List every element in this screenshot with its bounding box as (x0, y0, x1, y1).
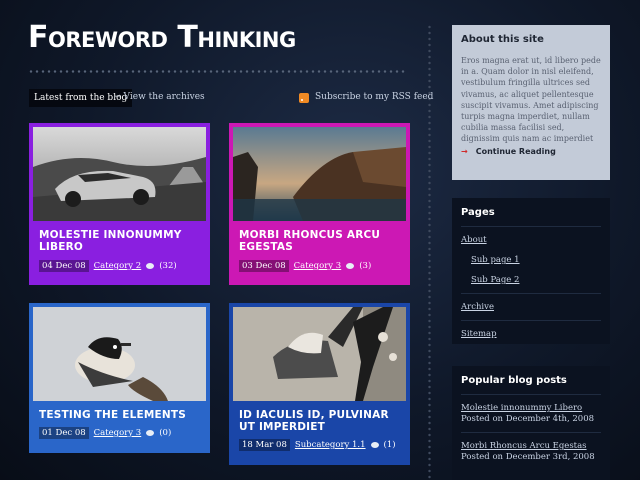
post-date: 03 Dec 08 (239, 260, 289, 272)
site-title[interactable]: Foreword Thinking (28, 20, 296, 55)
post-date: 01 Dec 08 (39, 427, 89, 439)
car-photo[interactable] (33, 127, 206, 221)
popular-post-date: Posted on December 4th, 2008 (461, 414, 595, 424)
comment-count[interactable]: (0) (159, 428, 171, 438)
comment-icon (146, 263, 155, 269)
page-link-about[interactable]: About (461, 235, 601, 245)
post-meta: 01 Dec 08 Category 3 (0) (39, 427, 171, 439)
divider (461, 293, 601, 294)
popular-post-date: Posted on December 3rd, 2008 (461, 452, 595, 462)
comment-count[interactable]: (1) (384, 440, 396, 450)
arrow-right-icon: → (114, 92, 122, 102)
post-card[interactable]: Testing the elements 01 Dec 08 Category … (29, 303, 210, 453)
divider (461, 320, 601, 321)
view-archives-text: View the archives (123, 92, 205, 102)
popular-post-link[interactable]: Morbi Rhoncus Arcu Egestas (461, 441, 601, 451)
fashion-photo[interactable] (233, 307, 406, 401)
page-link-sub-page-2[interactable]: Sub Page 2 (461, 275, 601, 285)
about-text: Eros magna erat ut, id libero pede in a.… (461, 56, 601, 144)
post-title[interactable]: Id iaculis id, pulvinar ut imperdiet (239, 409, 403, 433)
comment-count[interactable]: (3) (359, 261, 371, 271)
post-category-link[interactable]: Category 3 (94, 428, 142, 438)
post-meta: 18 Mar 08 Subcategory 1.1 (1) (239, 439, 396, 451)
post-date: 04 Dec 08 (39, 260, 89, 272)
bird-photo[interactable] (33, 307, 206, 401)
rss-link[interactable]: Subscribe to my RSS feed (315, 92, 433, 102)
comment-count[interactable]: (32) (159, 261, 176, 271)
about-panel: About this site Eros magna erat ut, id l… (452, 25, 610, 180)
post-category-link[interactable]: Category 3 (294, 261, 342, 271)
post-date: 18 Mar 08 (239, 439, 290, 451)
pages-title: Pages (461, 207, 495, 218)
comment-icon (346, 263, 355, 269)
post-category-link[interactable]: Subcategory 1.1 (295, 440, 366, 450)
about-title: About this site (461, 34, 544, 45)
view-archives-link[interactable]: → View the archives (114, 92, 205, 102)
post-category-link[interactable]: Category 2 (94, 261, 142, 271)
post-title[interactable]: Molestie innonummy libero (39, 229, 203, 253)
post-card[interactable]: Id iaculis id, pulvinar ut imperdiet 18 … (229, 303, 410, 465)
page-link-archive[interactable]: Archive (461, 302, 601, 312)
continue-reading-text: Continue Reading (475, 146, 556, 156)
post-card[interactable]: Molestie innonummy libero 04 Dec 08 Cate… (29, 123, 210, 285)
arrow-right-icon: → (461, 146, 468, 156)
post-meta: 03 Dec 08 Category 3 (3) (239, 260, 371, 272)
popular-title: Popular blog posts (461, 375, 567, 386)
popular-posts-panel: Popular blog posts Molestie innonummy Li… (452, 366, 610, 480)
continue-reading-link[interactable]: → Continue Reading (461, 147, 601, 156)
comment-icon (146, 430, 155, 436)
post-title[interactable]: Morbi rhoncus arcu egestas (239, 229, 403, 253)
divider (461, 394, 601, 395)
divider (461, 226, 601, 227)
divider (461, 432, 601, 433)
post-card[interactable]: Morbi rhoncus arcu egestas 03 Dec 08 Cat… (229, 123, 410, 285)
header-rule (28, 70, 406, 73)
rss-icon[interactable] (299, 93, 309, 103)
coast-photo[interactable] (233, 127, 406, 221)
page-link-sitemap[interactable]: Sitemap (461, 329, 601, 339)
post-title[interactable]: Testing the elements (39, 409, 203, 421)
popular-post-link[interactable]: Molestie innonummy Libero (461, 403, 601, 413)
comment-icon (370, 442, 379, 448)
page-link-sub-page-1[interactable]: Sub page 1 (461, 255, 601, 265)
post-meta: 04 Dec 08 Category 2 (32) (39, 260, 177, 272)
pages-panel: Pages About Sub page 1 Sub Page 2 Archiv… (452, 198, 610, 344)
